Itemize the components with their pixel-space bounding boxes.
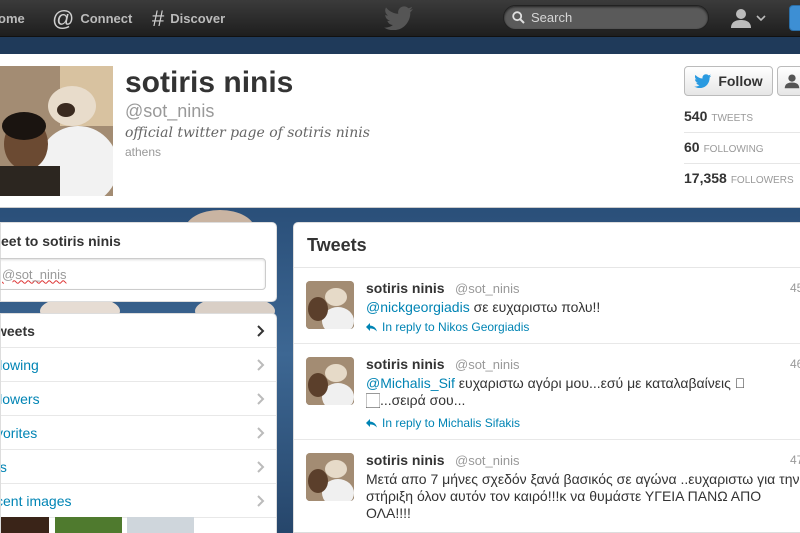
tweet-timestamp[interactable]: 46 [790,357,800,371]
side-nav-tweets[interactable]: weets [1,314,276,348]
tweet-text: @nickgeorgiadis σε ευχαριστω πολυ!! [366,299,800,316]
reply-arrow-icon [366,322,377,331]
recent-image-thumbnail[interactable] [55,517,122,533]
user-icon [784,74,800,89]
tweet-to-input-value: @sot_ninis [2,266,67,282]
tweet-body: Μετά απο 7 μήνες σχεδόν ξανά βασικός σε … [366,471,800,521]
nav-home-label: ome [0,11,25,26]
tweet-to-title: eet to sotiris ninis [1,233,121,249]
tweet-author-name[interactable]: sotiris ninis [366,356,445,372]
stat-label: FOLLOWING [703,144,764,155]
side-nav-label: vorites [0,424,38,441]
tweet-text: @Michalis_Sif ευχαριστω αγόρι μου...εσύ … [366,375,766,409]
side-nav-label: cent images [0,492,72,509]
stat-value: 60 [684,139,700,155]
tweet-avatar[interactable] [306,357,354,405]
stat-following[interactable]: 60 FOLLOWING [684,139,764,155]
chevron-down-icon [756,15,766,22]
side-nav-label: weets [1,322,35,339]
stat-followers[interactable]: 17,358 FOLLOWERS [684,170,794,186]
nav-connect-label: Connect [80,11,133,26]
tweet-author-name[interactable]: sotiris ninis [366,452,445,468]
profile-handle: @sot_ninis [125,101,215,121]
stat-label: TWEETS [711,113,754,124]
tweet-avatar[interactable] [306,453,354,501]
profile-avatar[interactable] [0,66,113,196]
chevron-right-icon [257,427,265,439]
at-sign-icon: @ [52,5,75,31]
tweet-item[interactable]: sotiris ninis @sot_ninis 46 @Michalis_Si… [294,344,800,440]
hashtag-icon: # [152,5,165,31]
user-actions-button[interactable] [777,66,800,96]
tweet-mention[interactable]: @nickgeorgiadis [366,299,470,315]
tweet-reply-context[interactable]: In reply to Nikos Georgiadis [366,320,529,334]
side-nav-label: llowing [0,356,39,373]
user-menu-button[interactable] [730,5,770,31]
tweet-to-input[interactable]: @sot_ninis [0,258,266,290]
top-navigation-bar: ome @ Connect # Discover Search [0,0,800,37]
tweet-item[interactable]: sotiris ninis @sot_ninis 47 Μετά απο 7 μ… [294,440,800,532]
side-nav-following[interactable]: llowing [0,348,276,382]
avatar-image [306,281,354,329]
profile-header: sotiris ninis @sot_ninis official twitte… [0,54,800,208]
reply-arrow-icon [366,418,377,427]
stat-value: 540 [684,108,708,124]
side-nav-label: llowers [0,390,40,407]
tweets-title: Tweets [307,235,367,255]
search-icon [512,11,525,24]
chevron-right-icon [257,359,265,371]
stat-tweets[interactable]: 540 TWEETS [684,108,753,124]
tweet-to-box: eet to sotiris ninis @sot_ninis [0,222,277,302]
recent-image-thumbnail[interactable] [1,517,49,533]
profile-photo-image [0,66,113,196]
side-nav-label: ts [0,458,7,475]
side-nav-recent-images[interactable]: cent images [0,484,276,518]
profile-bio: official twitter page of sotiris ninis [125,125,370,141]
nav-home[interactable]: ome [0,0,25,37]
tweet-reply-label: In reply to Nikos Georgiadis [382,320,530,334]
tweet-author-name[interactable]: sotiris ninis [366,280,445,296]
tweet-reply-label: In reply to Michalis Sifakis [382,416,521,430]
tweet-timestamp[interactable]: 45 [790,281,800,295]
chevron-right-icon [257,325,265,337]
side-nav-lists[interactable]: ts [0,450,276,484]
side-nav-followers[interactable]: llowers [0,382,276,416]
follow-button[interactable]: Follow [684,66,773,96]
stat-value: 17,358 [684,170,727,186]
tweet-author-handle[interactable]: @sot_ninis [455,357,520,372]
avatar-image [306,453,354,501]
profile-name: sotiris ninis [125,66,294,99]
tweet-author-handle[interactable]: @sot_ninis [455,281,520,296]
chevron-right-icon [257,461,265,473]
nav-discover-label: Discover [170,11,226,26]
tweet-avatar[interactable] [306,281,354,329]
nav-discover[interactable]: # Discover [152,0,225,37]
follow-label: Follow [718,73,763,89]
stat-divider [684,163,800,164]
tweets-panel: Tweets sotiris ninis @sot_ninis 45 @nick… [293,222,800,533]
recent-image-thumbnail[interactable] [127,517,194,533]
search-input[interactable]: Search [503,5,709,30]
chevron-right-icon [257,393,265,405]
tweet-timestamp[interactable]: 47 [790,453,800,467]
tweet-item[interactable]: sotiris ninis @sot_ninis 45 @nickgeorgia… [294,268,800,344]
compose-tweet-button[interactable] [789,5,800,31]
avatar-image [306,357,354,405]
side-nav-favorites[interactable]: vorites [0,416,276,450]
stat-divider [684,132,800,133]
tweet-body: σε ευχαριστω πολυ!! [469,299,601,315]
profile-location: athens [125,145,162,159]
search-placeholder: Search [531,10,573,25]
stat-label: FOLLOWERS [730,175,794,186]
profile-side-nav: weets llowing llowers vorites ts cent im… [0,313,277,533]
chevron-right-icon [257,495,265,507]
user-icon [731,9,751,28]
tweet-author-handle[interactable]: @sot_ninis [455,453,520,468]
nav-connect[interactable]: @ Connect [52,0,132,37]
tweet-text: Μετά απο 7 μήνες σχεδόν ξανά βασικός σε … [366,471,800,522]
twitter-bird-icon [694,74,712,88]
tweet-mention[interactable]: @Michalis_Sif [366,375,455,391]
twitter-bird-icon[interactable] [384,6,414,30]
tweet-reply-context[interactable]: In reply to Michalis Sifakis [366,416,520,430]
